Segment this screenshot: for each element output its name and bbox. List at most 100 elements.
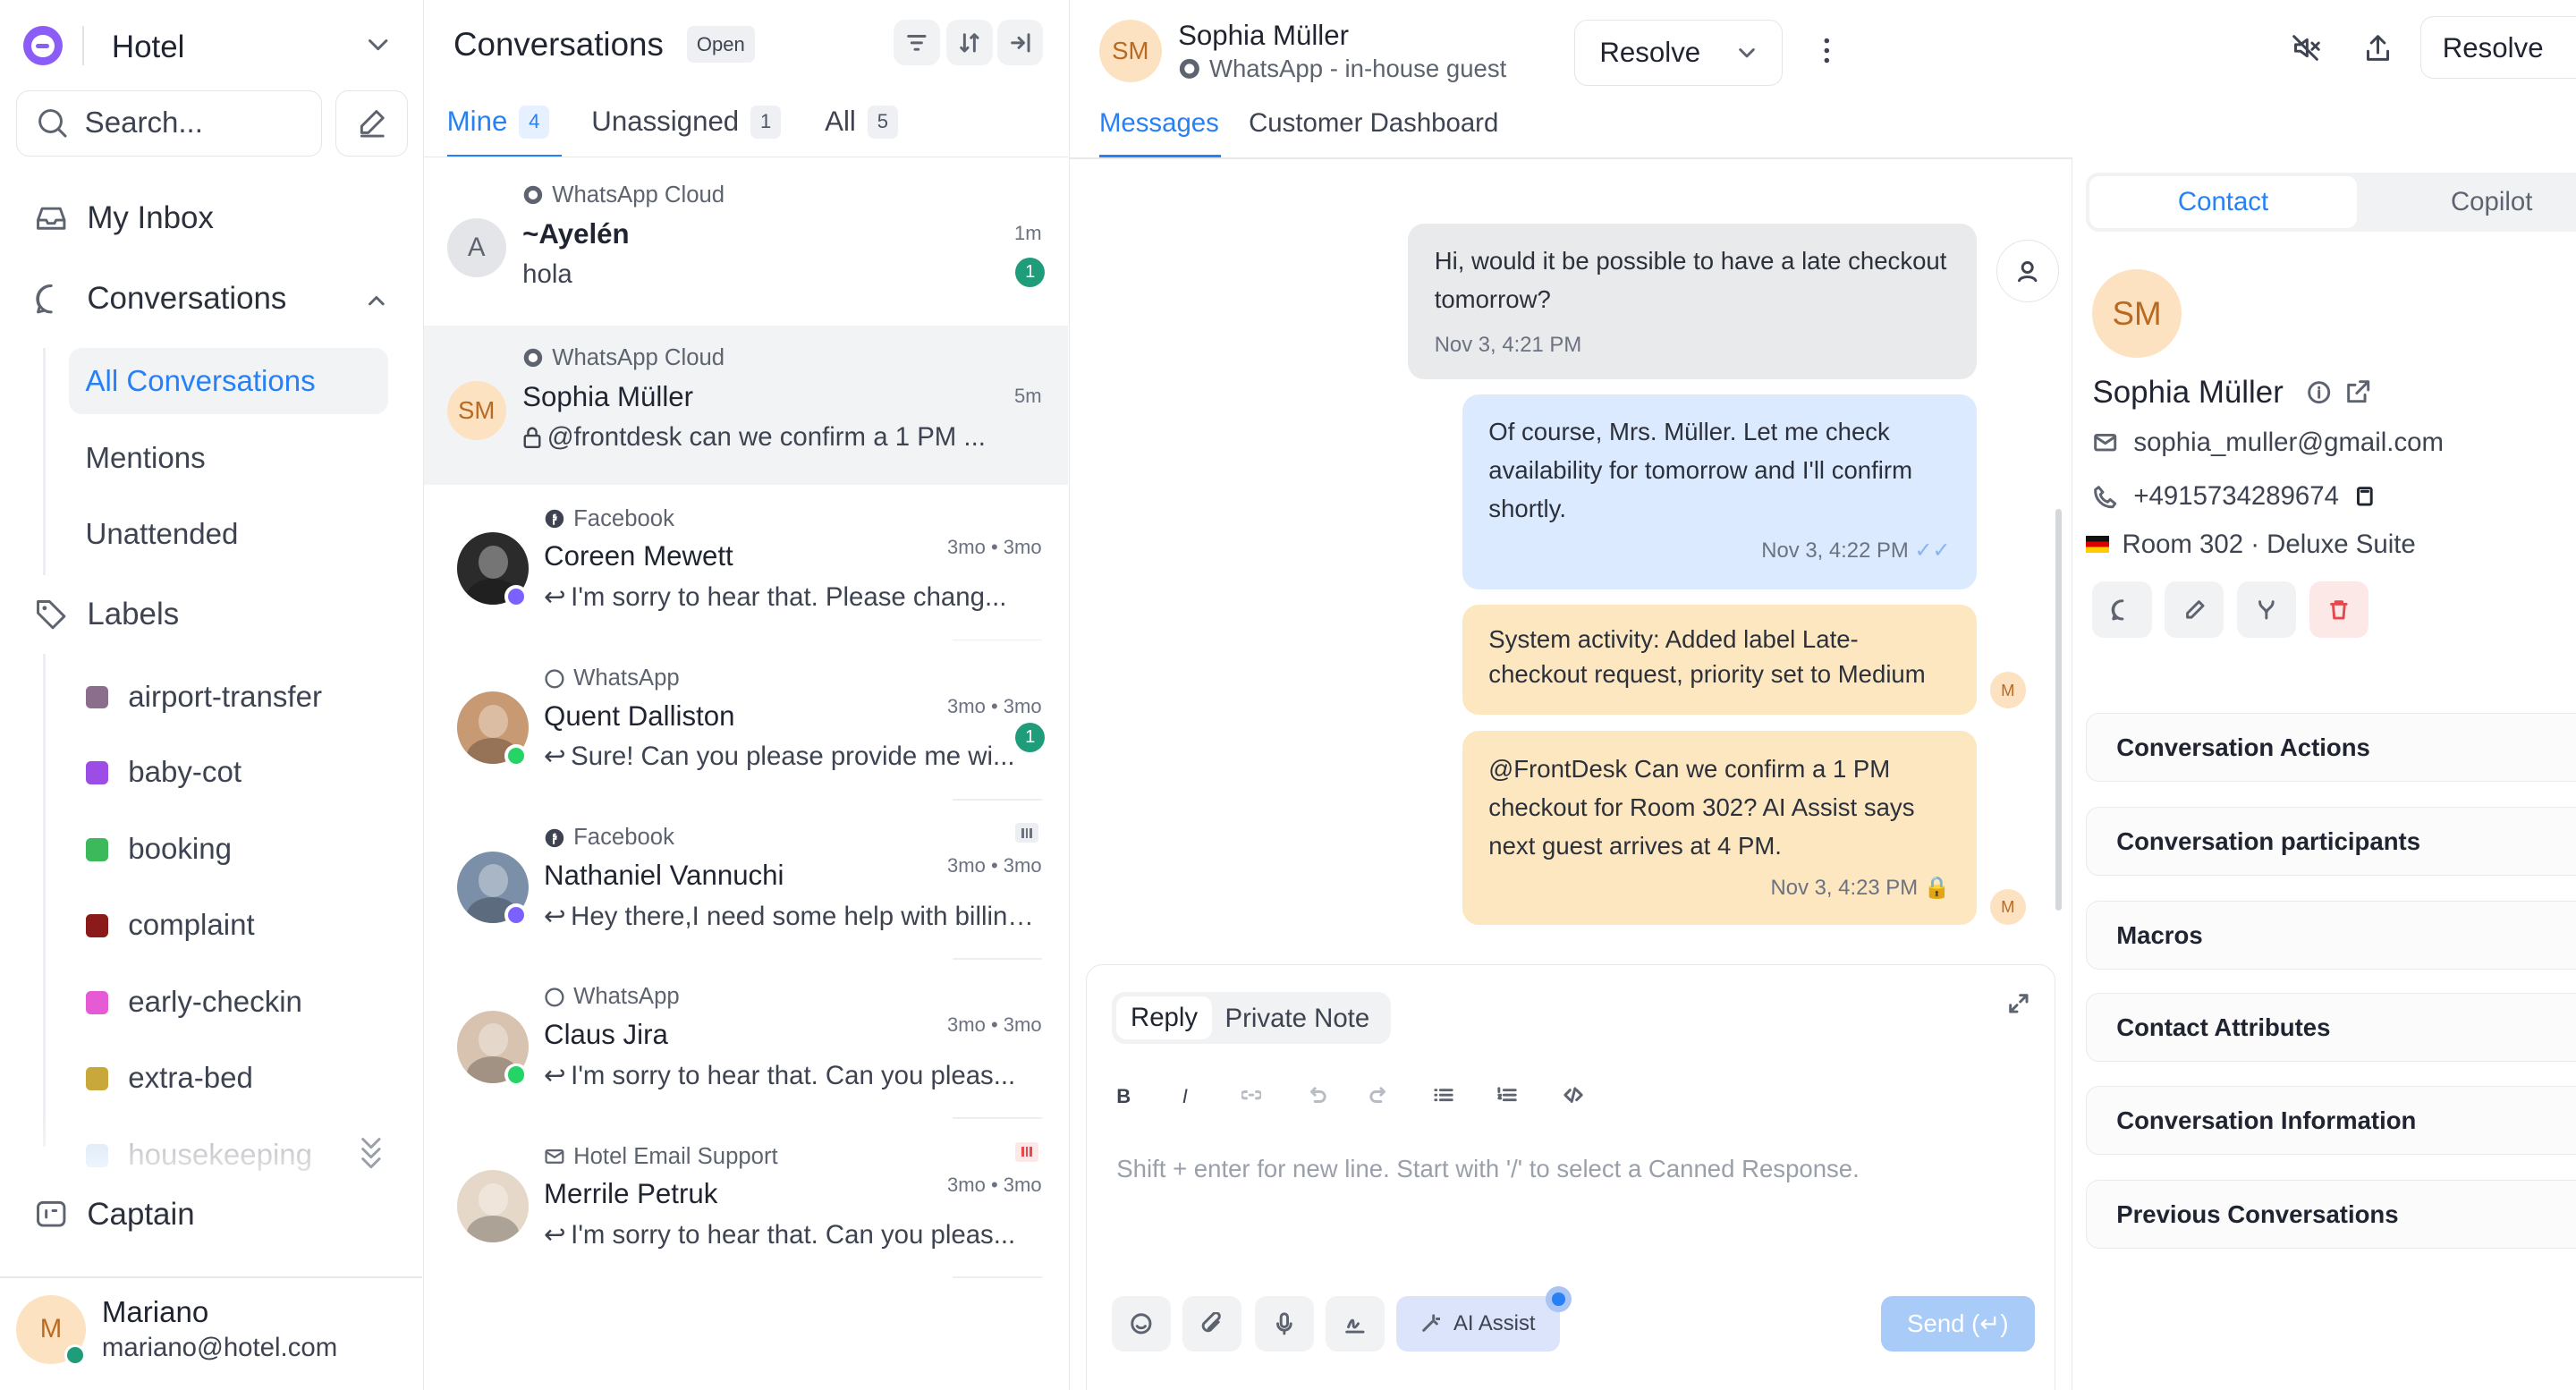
priority-icon — [1015, 823, 1038, 843]
numbered-list-icon[interactable] — [1497, 1087, 1518, 1103]
italic-button[interactable]: I — [1182, 1085, 1188, 1108]
contact-name[interactable]: Sophia Müller — [1178, 20, 1349, 52]
link-icon[interactable] — [1241, 1087, 1261, 1103]
message-input[interactable]: Shift + enter for new line. Start with '… — [1116, 1155, 1859, 1183]
lock-icon — [522, 422, 542, 452]
nav-mentions[interactable]: Mentions — [86, 442, 206, 476]
edit-contact-button[interactable] — [2165, 581, 2224, 638]
conversation-name: Coreen Mewett — [544, 540, 733, 572]
expand-icon[interactable] — [2007, 992, 2030, 1015]
label-item[interactable]: complaint — [85, 909, 255, 943]
collapse-right-icon — [1011, 33, 1030, 53]
conversation-item[interactable]: Facebook Nathaniel Vannuchi ↩ Hey there,I n… — [424, 801, 1068, 961]
resolve-button-top[interactable]: Resolve — [2419, 16, 2576, 80]
nav-conversations[interactable]: Conversations — [33, 281, 286, 317]
contact-details-button[interactable] — [1996, 240, 2059, 302]
bullet-list-icon[interactable] — [1434, 1087, 1453, 1103]
contact-channel: WhatsApp - in-house guest — [1178, 55, 1506, 83]
sort-icon — [960, 33, 979, 53]
contact-avatar[interactable]: SM — [1098, 20, 1162, 82]
whatsapp-badge-icon — [504, 744, 528, 767]
more-options-icon[interactable] — [1820, 36, 1834, 65]
label-color-swatch — [85, 914, 109, 937]
conversation-preview-text: I'm sorry to hear that. Can you pleas... — [571, 1060, 1016, 1090]
info-icon[interactable] — [2306, 379, 2332, 405]
messenger-badge-icon — [504, 584, 528, 608]
nav-captain[interactable]: Captain — [33, 1196, 195, 1232]
conversation-preview-text: Sure! Can you please provide me wi... — [571, 742, 1015, 772]
nav-my-inbox[interactable]: My Inbox — [33, 200, 214, 236]
accordion-section[interactable]: Conversation Actions — [2086, 713, 2576, 783]
chevron-down-icon[interactable] — [365, 36, 391, 55]
paperclip-icon — [1201, 1311, 1221, 1333]
conversation-preview-text: I'm sorry to hear that. Can you pleas... — [571, 1220, 1016, 1250]
tab-contact[interactable]: Contact — [2089, 175, 2358, 229]
label-item[interactable]: early-checkin — [85, 986, 302, 1020]
contact-email-row[interactable]: sophia_muller@gmail.com — [2092, 428, 2444, 458]
signature-button[interactable] — [1325, 1295, 1385, 1352]
label-item[interactable]: booking — [85, 833, 232, 867]
workspace-name[interactable]: Hotel — [112, 30, 184, 65]
private-note-tab[interactable]: Private Note — [1225, 1004, 1370, 1034]
chat-panel: SM Sophia Müller WhatsApp - in-house gue… — [1069, 0, 2072, 1390]
conversation-item[interactable]: WhatsApp Claus Jira ↩ I'm sorry to hear tha… — [424, 962, 1068, 1121]
nav-unattended[interactable]: Unattended — [86, 518, 239, 552]
chevron-down-icon — [1738, 47, 1755, 57]
mute-icon[interactable] — [2291, 33, 2320, 63]
redo-icon[interactable] — [1369, 1087, 1389, 1104]
tab-customer-dashboard[interactable]: Customer Dashboard — [1249, 108, 1498, 139]
accordion-section[interactable]: Macros — [2086, 900, 2576, 970]
code-icon[interactable] — [1563, 1087, 1583, 1104]
conversation-item[interactable]: SM WhatsApp Cloud Sophia Müller @frontdesk … — [423, 325, 1069, 485]
chevron-up-icon[interactable] — [365, 292, 388, 309]
tab-all[interactable]: All 5 — [825, 105, 898, 139]
accordion-section[interactable]: Conversation Information — [2086, 1086, 2576, 1156]
compose-button[interactable] — [335, 90, 408, 157]
conversation-list-panel: Conversations Open Mine 4 Unassigned 1 A… — [423, 0, 1070, 1390]
nav-all-conversations[interactable]: All Conversations — [86, 365, 316, 399]
search-input[interactable]: Search... — [16, 90, 323, 157]
voice-button[interactable] — [1254, 1295, 1314, 1352]
attach-button[interactable] — [1182, 1295, 1241, 1352]
status-badge[interactable]: Open — [686, 26, 755, 64]
conversation-source-label: WhatsApp Cloud — [552, 182, 725, 208]
resolve-dropdown[interactable]: Resolve — [1573, 20, 1784, 86]
accordion-section[interactable]: Contact Attributes — [2086, 992, 2576, 1062]
tab-unassigned[interactable]: Unassigned 1 — [591, 105, 782, 139]
conversation-item[interactable]: Hotel Email Support Merrile Petruk ↩ I'm so… — [424, 1121, 1068, 1280]
scroll-more-icon[interactable] — [360, 1134, 383, 1174]
whatsapp-icon — [545, 668, 564, 689]
message-scrollbar[interactable] — [2055, 509, 2063, 911]
label-item[interactable]: airport-transfer — [85, 681, 322, 715]
label-name: extra-bed — [128, 1061, 253, 1095]
reply-tab[interactable]: Reply — [1116, 996, 1212, 1039]
external-link-icon[interactable] — [2345, 378, 2371, 404]
tab-messages[interactable]: Messages — [1099, 108, 1219, 139]
conversation-item[interactable]: Facebook Coreen Mewett ↩ I'm sorry to hear … — [424, 483, 1068, 642]
bold-button[interactable]: B — [1116, 1085, 1131, 1108]
undo-icon[interactable] — [1307, 1087, 1326, 1104]
sort-button[interactable] — [946, 20, 993, 66]
share-icon[interactable] — [2363, 33, 2393, 63]
label-item[interactable]: baby-cot — [85, 756, 242, 790]
label-item[interactable]: extra-bed — [85, 1061, 253, 1096]
conversation-item[interactable]: A WhatsApp Cloud ~Ayelén hola 1m 1 — [424, 163, 1068, 322]
delete-contact-button[interactable] — [2309, 581, 2369, 638]
copy-icon[interactable] — [2353, 485, 2377, 508]
send-button[interactable]: Send (↵) — [1880, 1295, 2036, 1352]
tab-mine[interactable]: Mine 4 — [447, 105, 550, 139]
emoji-button[interactable] — [1111, 1295, 1171, 1352]
accordion-section[interactable]: Previous Conversations — [2086, 1179, 2576, 1250]
contact-phone-row[interactable]: +4915734289674 — [2092, 481, 2377, 512]
tab-copilot[interactable]: Copilot — [2451, 187, 2532, 217]
filter-button[interactable] — [894, 20, 940, 66]
accordion-section[interactable]: Conversation participants — [2086, 806, 2576, 877]
whatsapp-icon — [523, 349, 543, 368]
labels-heading[interactable]: Labels — [33, 597, 179, 632]
merge-contact-button[interactable] — [2237, 581, 2297, 638]
collapse-button[interactable] — [997, 20, 1044, 66]
new-message-button[interactable] — [2092, 581, 2152, 638]
conversation-item[interactable]: WhatsApp Quent Dalliston ↩ Sure! Can you pl… — [424, 642, 1068, 801]
ai-assist-button[interactable]: AI Assist — [1395, 1295, 1561, 1352]
sidebar: Hotel Search... My Inbox Conversations A… — [0, 0, 424, 1390]
